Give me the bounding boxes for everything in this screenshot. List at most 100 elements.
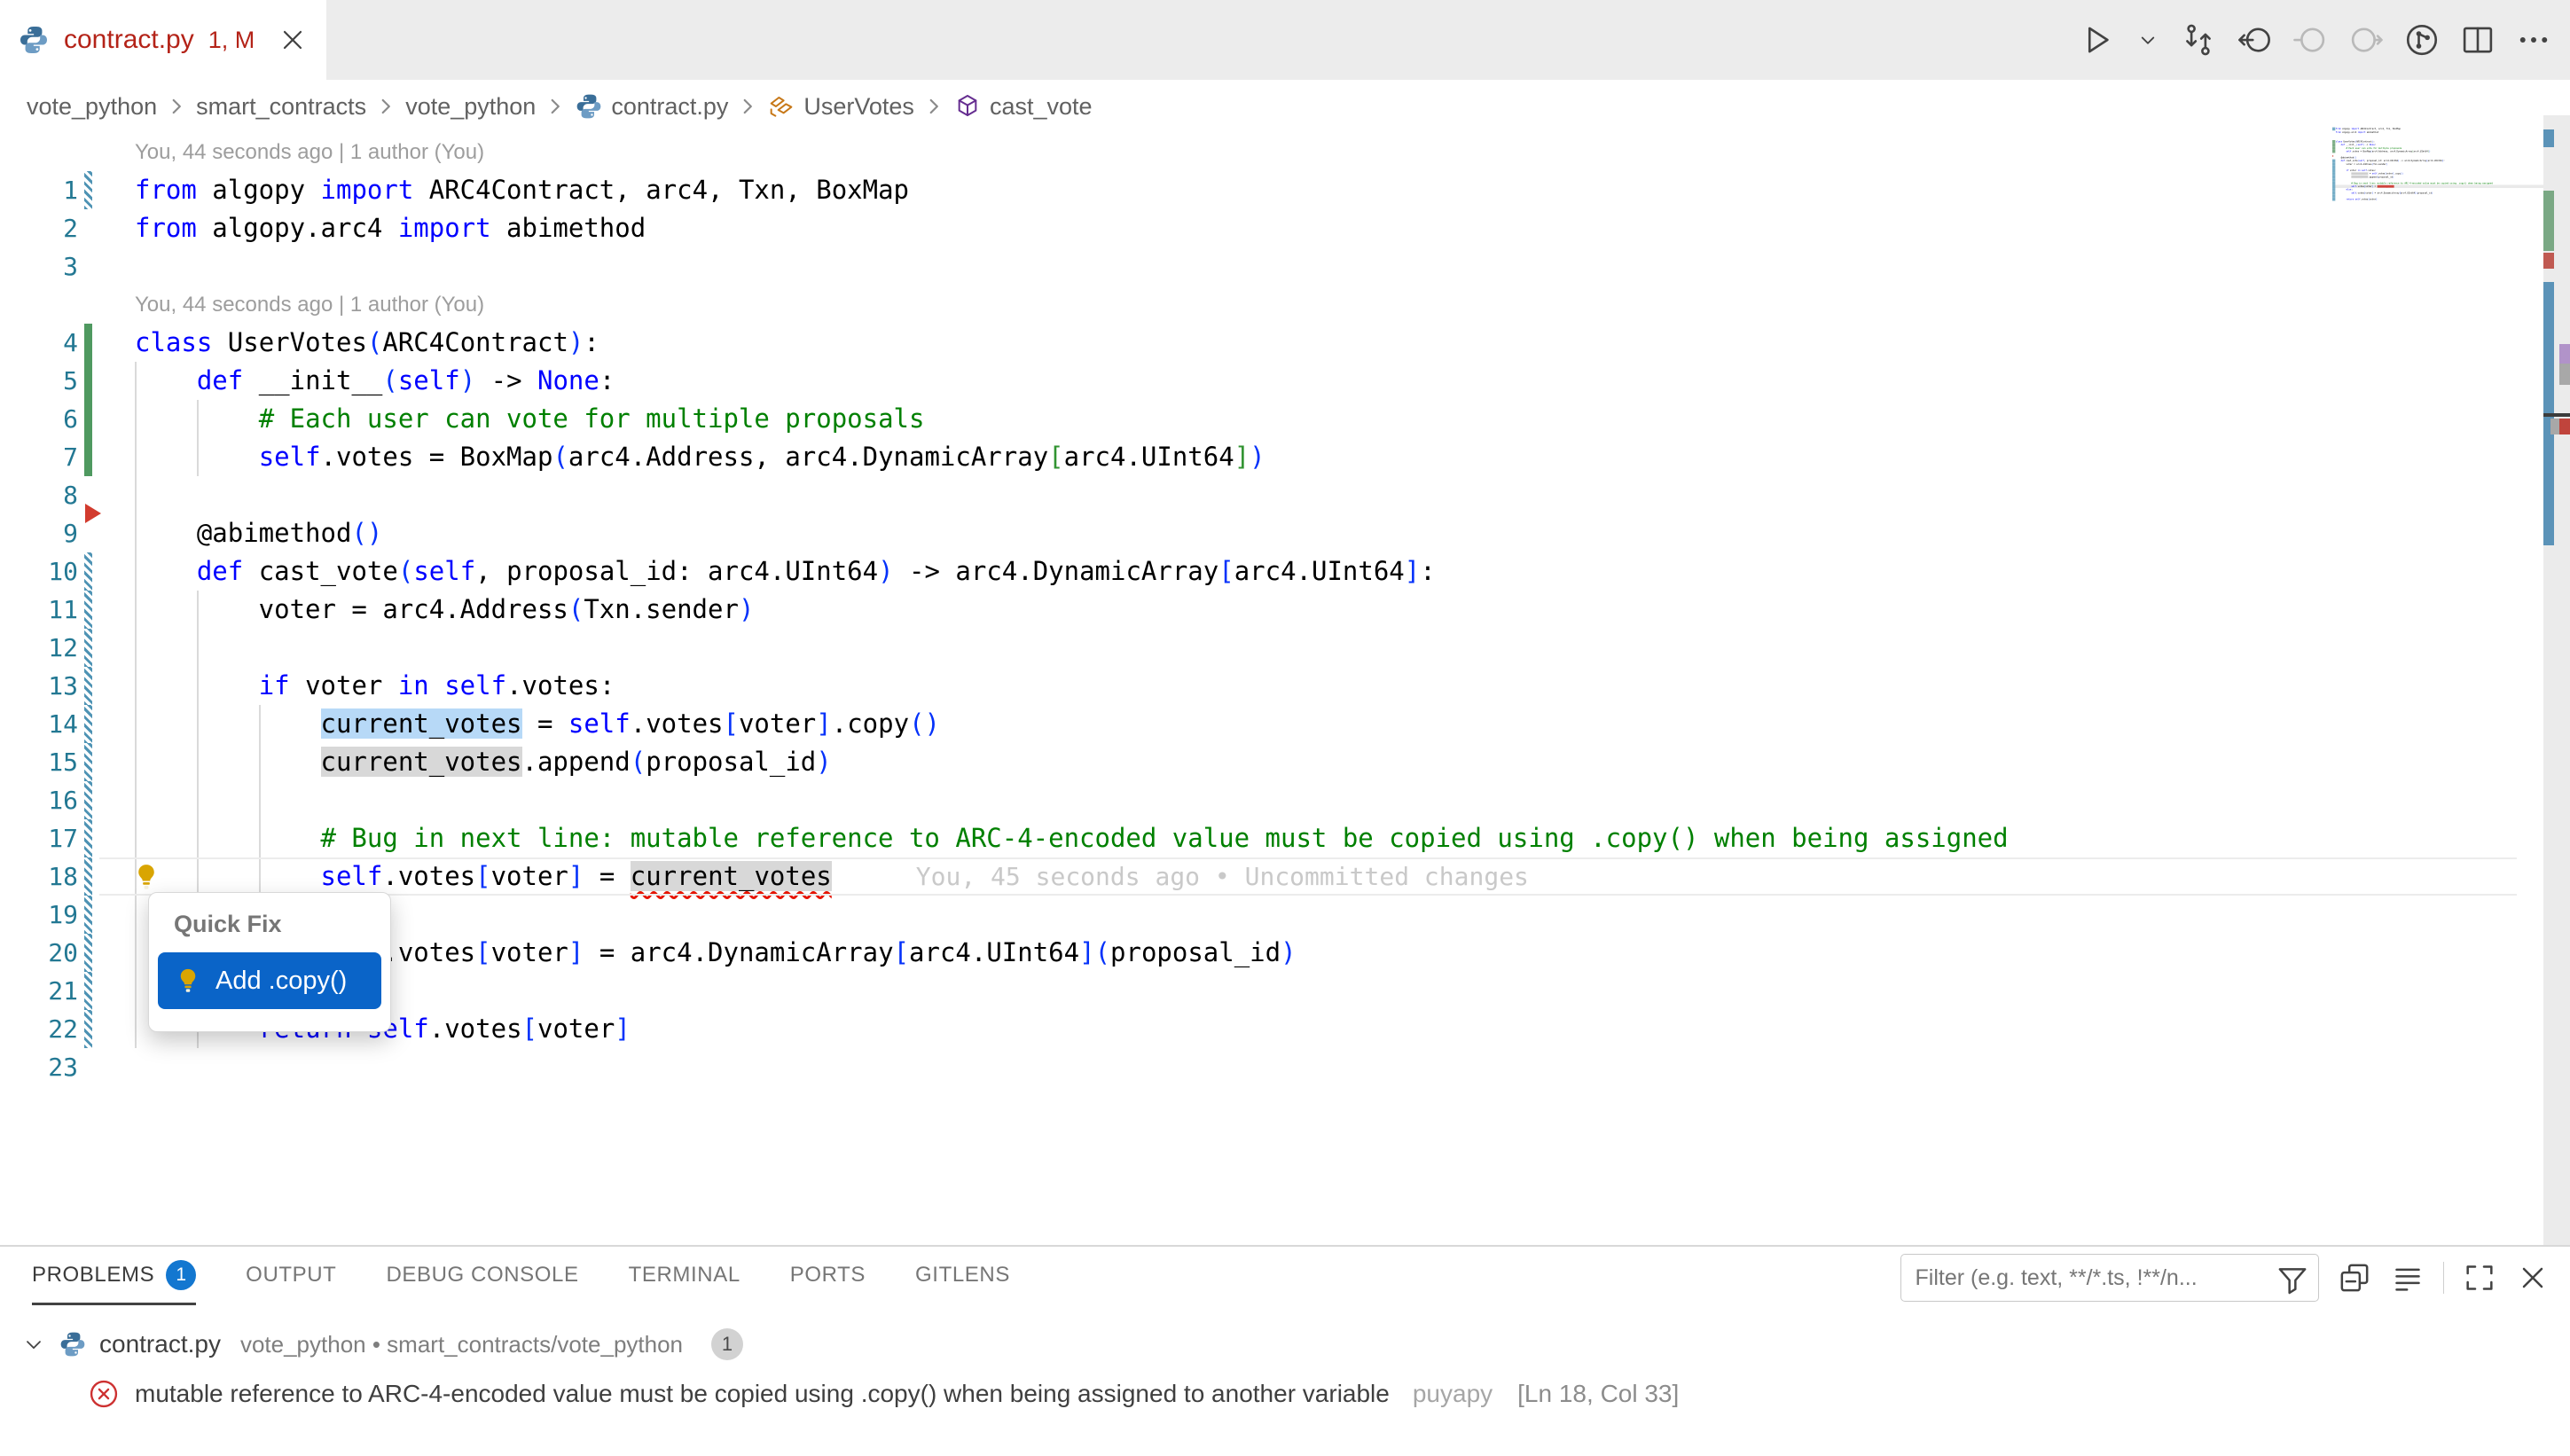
run-dropdown-chevron-icon[interactable] <box>2135 27 2161 53</box>
code-text[interactable]: def cast_vote(self, proposal_id: arc4.UI… <box>135 552 1436 591</box>
minimap[interactable]: from algopy import ARC4Contract, arc4, T… <box>2332 124 2543 341</box>
breadcrumb-label: cast_vote <box>990 93 1093 121</box>
code-text[interactable]: current_votes = self.votes[voter].copy() <box>135 705 940 743</box>
code-editor[interactable]: You, 44 seconds ago | 1 author (You)1fro… <box>0 133 2570 1245</box>
breadcrumb-separator-icon <box>922 95 945 118</box>
line-number[interactable]: 14 <box>0 705 78 743</box>
maximize-panel-icon[interactable] <box>2462 1260 2497 1296</box>
code-line-17[interactable]: 17 # Bug in next line: mutable reference… <box>0 819 2570 857</box>
panel-tab-gitlens[interactable]: GITLENS <box>915 1247 1010 1305</box>
breadcrumb-item-cast_vote[interactable]: cast_vote <box>953 92 1093 121</box>
breadcrumb-item-UserVotes[interactable]: UserVotes <box>767 92 914 121</box>
code-text[interactable]: class UserVotes(ARC4Contract): <box>135 324 599 362</box>
code-line-8[interactable]: 8 <box>0 476 2570 514</box>
breadcrumb-item-vote_python[interactable]: vote_python <box>405 93 536 121</box>
gitlens-annotation[interactable]: You, 44 seconds ago | 1 author (You) <box>0 133 2570 171</box>
code-text[interactable]: @abimethod() <box>135 514 382 552</box>
gitlens-graph-icon[interactable] <box>2403 21 2441 59</box>
code-line-6[interactable]: 6 # Each user can vote for multiple prop… <box>0 400 2570 438</box>
split-editor-icon[interactable] <box>2459 21 2496 59</box>
line-number[interactable]: 9 <box>0 514 78 552</box>
line-number[interactable]: 6 <box>0 400 78 438</box>
code-text[interactable]: voter = arc4.Address(Txn.sender) <box>135 591 754 629</box>
navigate-next-icon[interactable] <box>2347 21 2385 59</box>
problems-filter-input[interactable] <box>1900 1254 2319 1302</box>
code-text[interactable]: if voter in self.votes: <box>135 667 615 705</box>
line-number[interactable]: 16 <box>0 781 78 819</box>
line-number[interactable]: 1 <box>0 171 78 209</box>
code-line-2[interactable]: 2 from algopy.arc4 import abimethod <box>0 209 2570 247</box>
code-line-16[interactable]: 16 <box>0 781 2570 819</box>
line-number[interactable]: 11 <box>0 591 78 629</box>
run-icon[interactable] <box>2079 21 2116 59</box>
code-text[interactable]: self.votes = BoxMap(arc4.Address, arc4.D… <box>135 438 1265 476</box>
code-line-13[interactable]: 13 if voter in self.votes: <box>0 667 2570 705</box>
class-symbol-icon <box>767 92 795 121</box>
breadcrumb-label: UserVotes <box>803 93 914 121</box>
collapse-all-icon[interactable] <box>2390 1260 2425 1296</box>
line-number[interactable]: 17 <box>0 819 78 857</box>
close-tab-icon[interactable] <box>277 24 309 56</box>
code-text[interactable]: from algopy.arc4 import abimethod <box>135 209 646 247</box>
line-number[interactable]: 8 <box>0 476 78 514</box>
panel-tab-terminal[interactable]: TERMINAL <box>629 1247 740 1305</box>
code-line-11[interactable]: 11 voter = arc4.Address(Txn.sender) <box>0 591 2570 629</box>
line-number[interactable]: 20 <box>0 934 78 972</box>
gitlens-annotation[interactable]: You, 44 seconds ago | 1 author (You) <box>0 286 2570 324</box>
problems-file-row[interactable]: contract.py vote_python • smart_contract… <box>21 1319 743 1369</box>
breadcrumb-label: smart_contracts <box>196 93 366 121</box>
code-text[interactable]: self.votes[voter] = current_votesYou, 45… <box>135 857 1529 896</box>
code-text[interactable]: def __init__(self) -> None: <box>135 362 615 400</box>
more-actions-icon[interactable] <box>2515 21 2552 59</box>
view-as-table-icon[interactable] <box>2337 1260 2372 1296</box>
line-number[interactable]: 12 <box>0 629 78 667</box>
panel-tab-problems[interactable]: PROBLEMS1 <box>32 1247 196 1305</box>
line-number[interactable]: 21 <box>0 972 78 1010</box>
code-line-9[interactable]: 9 @abimethod() <box>0 514 2570 552</box>
problems-error-row[interactable]: mutable reference to ARC-4-encoded value… <box>87 1369 1679 1419</box>
line-number[interactable]: 2 <box>0 209 78 247</box>
git-gutter-added-decoration <box>84 400 92 438</box>
code-line-23[interactable]: 23 <box>0 1048 2570 1086</box>
line-number[interactable]: 10 <box>0 552 78 591</box>
breadcrumb-item-contract.py[interactable]: contract.py <box>575 92 728 121</box>
line-number[interactable]: 22 <box>0 1010 78 1048</box>
line-number[interactable]: 18 <box>0 857 78 896</box>
panel-tab-ports[interactable]: PORTS <box>790 1247 866 1305</box>
line-number[interactable]: 3 <box>0 247 78 286</box>
line-number[interactable]: 15 <box>0 743 78 781</box>
code-line-3[interactable]: 3 <box>0 247 2570 286</box>
code-line-12[interactable]: 12 <box>0 629 2570 667</box>
code-text[interactable]: # Bug in next line: mutable reference to… <box>135 819 2009 857</box>
quick-fix-action[interactable]: Add .copy() <box>158 952 381 1009</box>
code-line-15[interactable]: 15 current_votes.append(proposal_id) <box>0 743 2570 781</box>
vscode-window: contract.py 1, M vote_python smart_contra… <box>0 0 2570 1456</box>
code-line-14[interactable]: 14 current_votes = self.votes[voter].cop… <box>0 705 2570 743</box>
panel-tab-output[interactable]: OUTPUT <box>246 1247 336 1305</box>
breadcrumb-item-smart_contracts[interactable]: smart_contracts <box>196 93 366 121</box>
code-line-5[interactable]: 5 def __init__(self) -> None: <box>0 362 2570 400</box>
compare-changes-icon[interactable] <box>2180 21 2217 59</box>
code-line-18[interactable]: 18 self.votes[voter] = current_votesYou,… <box>0 857 2570 896</box>
code-text[interactable]: from algopy import ARC4Contract, arc4, T… <box>135 171 909 209</box>
code-line-10[interactable]: 10 def cast_vote(self, proposal_id: arc4… <box>0 552 2570 591</box>
line-number[interactable]: 5 <box>0 362 78 400</box>
navigate-back-icon[interactable] <box>2236 21 2273 59</box>
line-number[interactable]: 19 <box>0 896 78 934</box>
panel-tab-debug-console[interactable]: DEBUG CONSOLE <box>386 1247 578 1305</box>
code-line-1[interactable]: 1 from algopy import ARC4Contract, arc4, … <box>0 171 2570 209</box>
line-number[interactable]: 4 <box>0 324 78 362</box>
editor-tab-contract-py[interactable]: contract.py 1, M <box>0 0 326 80</box>
chevron-down-icon[interactable] <box>21 1332 46 1357</box>
navigate-previous-icon[interactable] <box>2292 21 2329 59</box>
code-text[interactable]: # Each user can vote for multiple propos… <box>135 400 924 438</box>
git-gutter-modified-decoration <box>84 934 92 972</box>
code-line-4[interactable]: 4 class UserVotes(ARC4Contract): <box>0 324 2570 362</box>
line-number[interactable]: 23 <box>0 1048 78 1086</box>
line-number[interactable]: 13 <box>0 667 78 705</box>
close-panel-icon[interactable] <box>2515 1260 2550 1296</box>
code-line-7[interactable]: 7 self.votes = BoxMap(arc4.Address, arc4… <box>0 438 2570 476</box>
line-number[interactable]: 7 <box>0 438 78 476</box>
code-text[interactable]: current_votes.append(proposal_id) <box>135 743 832 781</box>
breadcrumb-item-vote_python[interactable]: vote_python <box>27 93 157 121</box>
